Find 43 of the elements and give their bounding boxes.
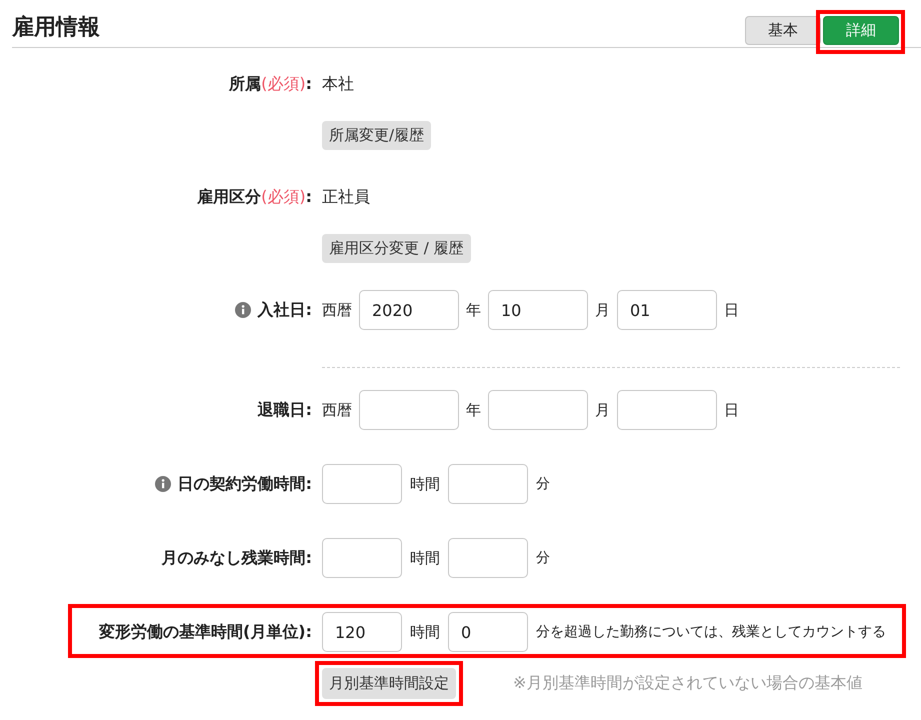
era-label: 西暦 (322, 400, 352, 420)
unit-label: 年 (466, 400, 481, 420)
hours-input[interactable] (322, 538, 402, 578)
unit-label: 月 (595, 300, 610, 320)
unit-label: 年 (466, 300, 481, 320)
action-button[interactable]: 月別基準時間設定 (322, 668, 456, 699)
info-icon[interactable] (154, 476, 171, 492)
unit-label: 時間 (410, 474, 440, 494)
field-value: 本社 (322, 74, 354, 94)
field-label: 日の契約労働時間: (178, 474, 312, 494)
minutes-unit-text: 分 (536, 475, 550, 493)
field-label: 退職日: (258, 400, 312, 420)
field-label: 月のみなし残業時間: (162, 548, 312, 568)
year-input[interactable] (359, 390, 459, 430)
hours-input[interactable] (322, 464, 402, 504)
era-label: 西暦 (322, 300, 352, 320)
unit-label: 月 (595, 400, 610, 420)
action-button[interactable]: 雇用区分変更 / 履歴 (322, 234, 471, 263)
minutes-input[interactable] (448, 464, 528, 504)
field-value: 正社員 (322, 186, 370, 208)
field-label: 雇用区分(必須): (197, 186, 312, 208)
day-input[interactable] (617, 390, 717, 430)
unit-label: 時間 (410, 622, 440, 642)
month-input[interactable]: 10 (488, 290, 588, 330)
unit-label: 時間 (410, 548, 440, 568)
hours-input[interactable]: 120 (322, 612, 402, 652)
note-text: ※月別基準時間が設定されていない場合の基本値 (513, 673, 862, 694)
field-label: 変形労働の基準時間(月単位): (98, 622, 312, 642)
field-label: 所属(必須): (229, 74, 312, 94)
month-input[interactable] (488, 390, 588, 430)
section-title: 雇用情報 (12, 14, 100, 42)
minutes-input[interactable]: 0 (448, 612, 528, 652)
minutes-unit-text: 分 (536, 549, 550, 567)
field-label: 入社日: (258, 300, 312, 320)
minutes-unit-text: 分を超過した勤務については、残業としてカウントする (536, 623, 886, 641)
minutes-input[interactable] (448, 538, 528, 578)
day-input[interactable]: 01 (617, 290, 717, 330)
year-input[interactable]: 2020 (359, 290, 459, 330)
view-tab[interactable]: 基本 (745, 16, 821, 45)
unit-label: 日 (724, 300, 739, 320)
action-button[interactable]: 所属変更/履歴 (322, 121, 432, 150)
unit-label: 日 (724, 400, 739, 420)
info-icon[interactable] (234, 302, 251, 318)
